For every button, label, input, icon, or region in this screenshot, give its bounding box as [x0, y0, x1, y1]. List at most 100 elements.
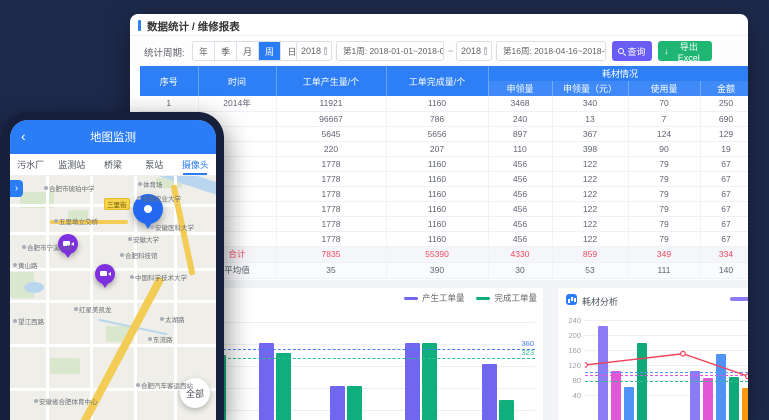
download-icon: ↓: [664, 47, 669, 56]
table-cell: 122: [552, 216, 628, 231]
filter-bar: 统计周期: 年季月周日 2018 第1周: 2018-01-01~2018-01…: [130, 37, 748, 65]
table-cell: 1778: [276, 156, 386, 171]
legend-label: 完成工单量: [494, 292, 537, 304]
table-cell: 456: [488, 186, 552, 201]
table-row: 42202071103989019: [140, 141, 748, 156]
table-cell: 67: [700, 231, 748, 246]
table-row: 9177811604561227967: [140, 216, 748, 231]
bar: [482, 364, 497, 420]
map-poi-label: 安徽大学: [128, 234, 159, 244]
year-select-end[interactable]: 2018: [456, 41, 492, 61]
gridline: [218, 322, 535, 323]
table-cell: 13: [552, 111, 628, 126]
repair-report-table: 序号 时间 工单产生量/个 工单完成量/个 耗材情况 申领量 申领量（元） 使用…: [140, 66, 748, 279]
table-cell: 11921: [276, 96, 386, 111]
period-button-周[interactable]: 周: [259, 42, 281, 60]
table-cell: 456: [488, 201, 552, 216]
col-header-group: 耗材情况: [488, 66, 748, 81]
map-poi-label: 中国科学技术大学: [130, 272, 187, 282]
table-cell: 456: [488, 216, 552, 231]
map-road: [90, 176, 93, 420]
map-poi-label: 红星美凯龙: [74, 304, 112, 314]
camera-pin-tail: [64, 252, 72, 258]
table-row: 7177811604561227967: [140, 186, 748, 201]
map-poi-label: 安徽农业大学: [137, 193, 181, 203]
bar: [330, 386, 345, 420]
table-cell: 1778: [276, 231, 386, 246]
legend-item[interactable]: 完成工单量: [476, 292, 537, 304]
table-cell: 240: [488, 111, 552, 126]
col-header-done: 工单完成量/个: [386, 66, 488, 96]
breadcrumb: 数据统计 / 维修报表: [147, 19, 240, 34]
table-cell: 122: [552, 171, 628, 186]
period-label: 统计周期:: [144, 45, 185, 59]
phone-tab-监测站[interactable]: 监测站: [51, 154, 92, 175]
table-cell: 349: [628, 246, 700, 262]
map-poi-label: 合肥市琥珀中学: [44, 183, 95, 193]
table-row: 6177811604561227967: [140, 171, 748, 186]
map-park: [50, 358, 80, 374]
map-poi-label: 体育场: [138, 179, 163, 189]
map-expander-button[interactable]: ›: [10, 180, 23, 197]
calendar-icon: [324, 47, 327, 55]
table-cell: 367: [552, 126, 628, 141]
table-cell: 19: [700, 141, 748, 156]
search-icon: [618, 48, 624, 54]
table-cell: 250: [700, 96, 748, 111]
table-cell: 79: [628, 156, 700, 171]
export-excel-button[interactable]: ↓ 导出Excel: [658, 41, 712, 61]
phone-tab-泵站[interactable]: 泵站: [134, 154, 175, 175]
table-cell: 5645: [276, 126, 386, 141]
table-cell: 1778: [276, 201, 386, 216]
phone-mockup: ‹ 地图监测 污水厂监测站桥梁泵站摄像头: [2, 112, 224, 420]
workorder-chart-card: 产生工单量完成工单量 360323: [210, 288, 543, 420]
map-view[interactable]: 三里街 › 全部 合肥市琥珀中学体育场安徽农业大学五里墩立交桥安徽医科大学合肥市…: [10, 176, 216, 420]
table-cell: 30: [488, 262, 552, 278]
table-cell: 124: [628, 126, 700, 141]
table-cell: 1160: [386, 201, 488, 216]
week-range-start[interactable]: 第1周: 2018-01-01~2018-01-07: [336, 41, 444, 61]
legend-item[interactable]: 产生工单量: [404, 292, 465, 304]
chart-legend-pill: [730, 297, 748, 301]
bar: [259, 343, 274, 420]
map-poi-label: 合肥汽车客运西站: [136, 380, 193, 390]
sub-header-1: 申领量: [488, 81, 552, 96]
week-range-end[interactable]: 第16周: 2018-04-16~2018-04-22: [496, 41, 606, 61]
phone-page-title: 地图监测: [10, 129, 216, 145]
phone-tab-bar: 污水厂监测站桥梁泵站摄像头: [10, 154, 216, 176]
export-label: 导出Excel: [672, 40, 707, 63]
phone-tab-摄像头[interactable]: 摄像头: [175, 154, 216, 175]
table-cell: 340: [552, 96, 628, 111]
table-cell: 79: [628, 201, 700, 216]
y-tick-label: 240: [561, 316, 581, 325]
camera-pin[interactable]: [95, 264, 115, 284]
year-select-start[interactable]: 2018: [296, 41, 332, 61]
camera-pin-tail: [101, 282, 109, 288]
consumables-chart-card: 耗材分析 2402001601208040: [558, 288, 748, 420]
phone-tab-污水厂[interactable]: 污水厂: [10, 154, 51, 175]
table-cell: 3468: [488, 96, 552, 111]
bar: [422, 343, 437, 420]
table-cell: 70: [628, 96, 700, 111]
table-cell: 67: [700, 171, 748, 186]
table-cell: 456: [488, 171, 552, 186]
road-name-chip: 三里街: [104, 198, 130, 210]
period-button-季[interactable]: 季: [215, 42, 237, 60]
map-poi-label: 合肥市宁溪小学: [22, 242, 73, 252]
table-row: 12014年119211160346834070250: [140, 96, 748, 111]
period-button-月[interactable]: 月: [237, 42, 259, 60]
reference-line: [218, 358, 535, 359]
query-button[interactable]: 查询: [612, 41, 652, 61]
table-cell: 7835: [276, 246, 386, 262]
breadcrumb-row: 数据统计 / 维修报表: [130, 14, 748, 36]
table-cell: 456: [488, 156, 552, 171]
map-poi-label: 东流路: [148, 334, 173, 344]
table-cell: 1778: [276, 216, 386, 231]
calendar-icon: [484, 47, 487, 55]
chart-icon: [566, 294, 577, 305]
phone-tab-桥梁[interactable]: 桥梁: [92, 154, 133, 175]
year-start-value: 2018: [301, 46, 321, 56]
table-cell: 79: [628, 231, 700, 246]
map-lake: [24, 282, 44, 293]
period-button-年[interactable]: 年: [193, 42, 215, 60]
